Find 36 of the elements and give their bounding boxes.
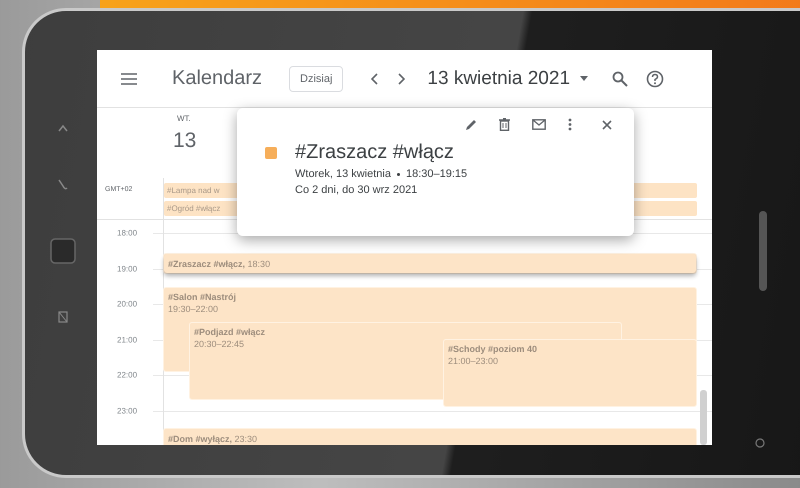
event-title: #Zraszacz #włącz (295, 141, 455, 164)
caret-icon[interactable] (580, 76, 588, 81)
scrollbar[interactable] (700, 390, 707, 445)
help-icon[interactable] (646, 70, 664, 88)
search-icon[interactable] (612, 70, 628, 86)
hour-label: 18:00 (117, 228, 138, 238)
event-color-icon (265, 147, 277, 159)
calendar-event[interactable]: #Zraszacz #włącz, 18:30 (164, 254, 696, 273)
previous-icon[interactable] (371, 72, 380, 84)
separator-dot-icon (396, 172, 400, 176)
card-icon (58, 311, 68, 323)
event-date: Wtorek, 13 kwietnia (295, 168, 391, 180)
delete-icon[interactable] (499, 118, 510, 131)
current-date[interactable]: 13 kwietnia 2021 (427, 68, 570, 90)
event-time: 18:30–19:15 (406, 168, 468, 180)
home-button-icon (755, 438, 765, 448)
app-title: Kalendarz (172, 67, 264, 90)
hour-label: 23:00 (117, 406, 138, 415)
more-icon[interactable] (568, 118, 572, 131)
hour-label: 19:00 (117, 264, 138, 273)
edit-icon[interactable] (465, 118, 477, 130)
next-icon[interactable] (397, 72, 406, 84)
menu-icon[interactable] (121, 72, 137, 84)
day-number[interactable]: 13 (173, 129, 196, 153)
weekday-label: WT. (177, 114, 191, 123)
close-icon[interactable] (602, 120, 612, 130)
hour-label: 21:00 (117, 335, 138, 344)
hour-label: 22:00 (117, 370, 138, 380)
event-recurrence: Co 2 dni, do 30 wrz 2021 (295, 184, 418, 196)
email-icon[interactable] (532, 119, 546, 130)
today-button[interactable]: Dzisiaj (289, 66, 344, 92)
chevron-icon (57, 123, 69, 133)
speaker-grille-icon (759, 211, 767, 291)
square-icon (50, 238, 76, 264)
hook-icon (57, 178, 69, 192)
hour-label: 20:00 (117, 300, 138, 308)
